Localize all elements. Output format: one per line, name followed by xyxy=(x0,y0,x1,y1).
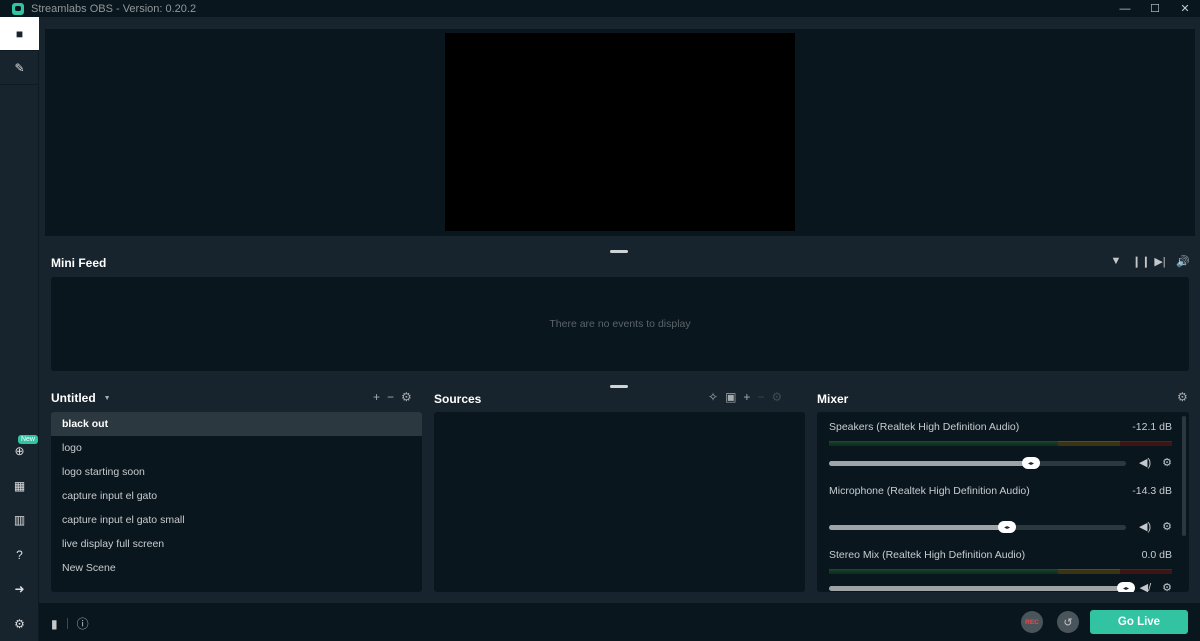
replay-buffer-button[interactable]: ↺ xyxy=(1057,611,1079,633)
audio-source-name: Microphone (Realtek High Definition Audi… xyxy=(829,485,1030,497)
sidebar-item-themes[interactable]: ✎ xyxy=(0,51,39,85)
close-button[interactable]: ✕ xyxy=(1170,0,1200,17)
minifeed-list: There are no events to display xyxy=(51,277,1189,371)
scene-item[interactable]: capture input el gato xyxy=(51,484,422,508)
scene-item[interactable]: logo starting soon xyxy=(51,460,422,484)
scene-collection-selector[interactable]: Untitled ▼ xyxy=(51,391,111,405)
record-button[interactable]: REC xyxy=(1021,611,1043,633)
mixer-item: Speakers (Realtek High Definition Audio)… xyxy=(829,421,1172,469)
mixer-title: Mixer xyxy=(817,392,849,406)
info-icon[interactable]: ⓘ xyxy=(77,615,89,632)
scene-item[interactable]: black out xyxy=(51,412,422,436)
gear-icon: ⚙ xyxy=(14,616,25,631)
volume-icon[interactable]: 🔊 xyxy=(1176,255,1190,268)
performance-stats-icon[interactable]: ▮ xyxy=(51,617,58,631)
login-icon: ➜ xyxy=(14,582,25,597)
resize-handle-top[interactable] xyxy=(610,250,628,253)
chevron-down-icon: ▼ xyxy=(103,394,111,402)
sidebar-item-apps[interactable]: ⊕ New xyxy=(0,434,39,469)
sidebar-item-layout[interactable]: ▦ xyxy=(0,469,39,504)
gear-icon[interactable]: ⚙ xyxy=(1162,520,1172,533)
volume-slider-handle[interactable]: ◂▸ xyxy=(1117,582,1135,592)
scene-item[interactable]: logo xyxy=(51,436,422,460)
scene-item[interactable]: capture input el gato small xyxy=(51,508,422,532)
streamlabs-logo-icon xyxy=(12,2,24,15)
add-scene-button[interactable]: + xyxy=(373,390,380,404)
new-badge: New xyxy=(17,435,38,444)
stream-preview[interactable] xyxy=(445,33,795,231)
scenes-list: black out logo logo starting soon captur… xyxy=(51,412,422,592)
scene-settings-icon[interactable]: ⚙ xyxy=(401,390,412,404)
filter-icon[interactable]: ▼ xyxy=(1110,255,1122,268)
help-icon: ? xyxy=(16,547,23,562)
mixer-list: Speakers (Realtek High Definition Audio)… xyxy=(817,412,1189,592)
audio-source-icon[interactable]: ✧ xyxy=(708,390,718,404)
volume-slider[interactable]: ◂▸ xyxy=(829,521,1126,533)
scene-item[interactable]: New Scene xyxy=(51,556,422,580)
sidebar-item-studio[interactable]: ■ xyxy=(0,17,39,51)
sidebar-item-help[interactable]: ? xyxy=(0,538,39,573)
sources-list xyxy=(434,412,805,592)
speaker-muted-icon[interactable]: ◀/ xyxy=(1140,581,1152,592)
mixer-scrollbar[interactable] xyxy=(1182,416,1186,536)
remove-scene-button[interactable]: − xyxy=(387,390,394,404)
mixer-item: Microphone (Realtek High Definition Audi… xyxy=(829,485,1172,533)
mixer-settings-icon[interactable]: ⚙ xyxy=(1177,390,1188,404)
pause-icon[interactable]: ❙❙ xyxy=(1132,255,1150,268)
audio-db-value: -14.3 dB xyxy=(1132,485,1172,497)
source-settings-icon[interactable]: ⚙ xyxy=(771,390,782,404)
audio-db-value: 0.0 dB xyxy=(1141,549,1172,561)
window-title: Streamlabs OBS - Version: 0.20.2 xyxy=(31,2,197,15)
themes-icon: ✎ xyxy=(14,60,25,75)
minimize-button[interactable]: — xyxy=(1110,0,1140,17)
studio-main: Mini Feed ▼ ❙❙ ▶| 🔊 There are no events … xyxy=(39,17,1200,641)
add-folder-icon[interactable]: ▣ xyxy=(725,390,736,404)
scene-item[interactable]: live display full screen xyxy=(51,532,422,556)
audio-db-value: -12.1 dB xyxy=(1132,421,1172,433)
volume-slider[interactable]: ◂▸ xyxy=(829,582,1135,592)
speaker-icon[interactable]: ◀) xyxy=(1139,520,1151,533)
sidebar: ■ ✎ ⊕ New ▦ ▥ ? ➜ ⚙ xyxy=(0,17,39,641)
gear-icon[interactable]: ⚙ xyxy=(1162,581,1172,592)
minifeed-title: Mini Feed xyxy=(51,256,107,270)
go-live-button[interactable]: Go Live xyxy=(1090,610,1188,634)
resize-handle-bottom[interactable] xyxy=(610,385,628,388)
add-source-button[interactable]: + xyxy=(743,390,750,404)
audio-source-name: Speakers (Realtek High Definition Audio) xyxy=(829,421,1020,433)
volume-slider-handle[interactable]: ◂▸ xyxy=(998,521,1017,533)
speaker-icon[interactable]: ◀) xyxy=(1139,456,1151,469)
audio-source-name: Stereo Mix (Realtek High Definition Audi… xyxy=(829,549,1026,561)
sidebar-item-library[interactable]: ▥ xyxy=(0,503,39,538)
mixer-item: Stereo Mix (Realtek High Definition Audi… xyxy=(829,549,1172,592)
minifeed-empty-text: There are no events to display xyxy=(549,318,691,330)
sidebar-item-settings[interactable]: ⚙ xyxy=(0,607,39,641)
video-camera-icon: ■ xyxy=(15,26,24,41)
volume-slider[interactable]: ◂▸ xyxy=(829,457,1126,469)
footer-bar: ▮ ⓘ REC ↺ Go Live xyxy=(39,603,1200,641)
title-bar: Streamlabs OBS - Version: 0.20.2 — ☐ ✕ xyxy=(0,0,1200,17)
volume-meter xyxy=(829,569,1172,574)
preview-area xyxy=(45,29,1195,236)
remove-source-button[interactable]: − xyxy=(757,390,764,404)
scene-collection-name: Untitled xyxy=(51,391,96,405)
library-icon: ▥ xyxy=(13,513,26,528)
layout-grid-icon: ▦ xyxy=(13,478,26,493)
divider xyxy=(66,618,68,629)
gear-icon[interactable]: ⚙ xyxy=(1162,456,1172,469)
globe-icon: ⊕ xyxy=(14,444,25,459)
skip-icon[interactable]: ▶| xyxy=(1154,255,1166,268)
sidebar-item-login[interactable]: ➜ xyxy=(0,572,39,607)
maximize-button[interactable]: ☐ xyxy=(1140,0,1170,17)
volume-slider-handle[interactable]: ◂▸ xyxy=(1021,457,1040,469)
volume-meter xyxy=(829,441,1172,446)
sources-title: Sources xyxy=(434,392,482,406)
